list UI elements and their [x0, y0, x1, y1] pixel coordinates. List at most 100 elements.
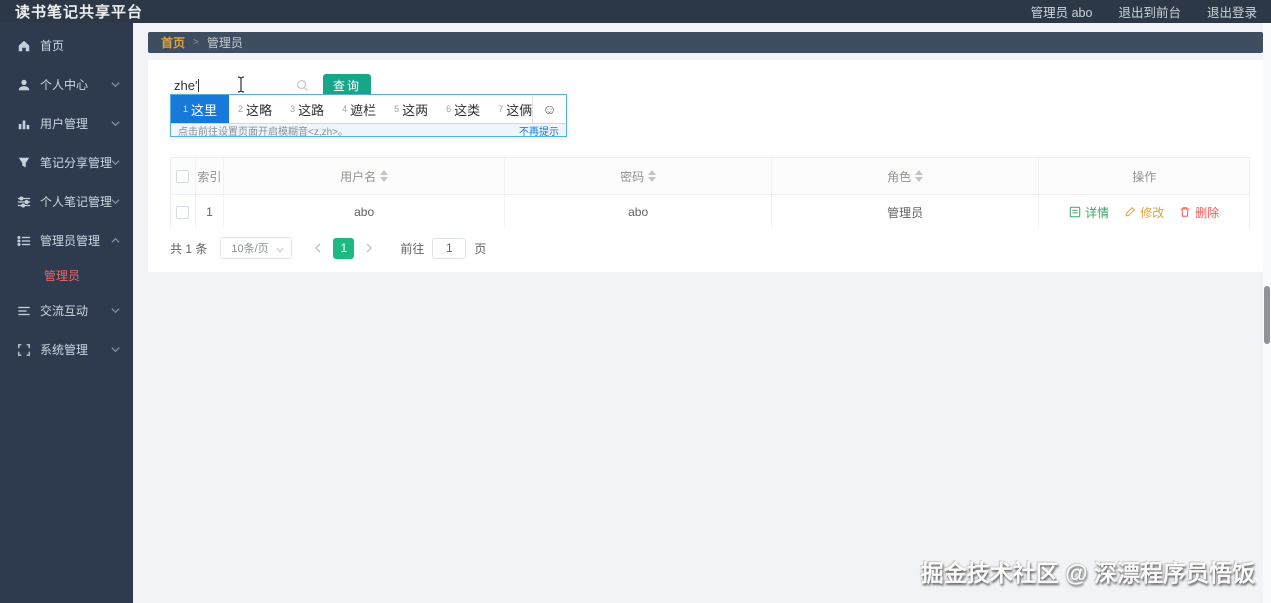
ime-candidate-7[interactable]: 7 这俩: [489, 95, 532, 123]
app-title: 读书笔记共享平台: [15, 4, 144, 21]
ime-candidate-strip: 1这里 2这略 3这路 4遮栏 5这两 6这类 7这俩 8折: [171, 95, 532, 123]
cell-username: abo: [224, 195, 506, 229]
chevron-down-icon: [111, 119, 120, 128]
ime-candidate-6[interactable]: 6 这类: [437, 95, 489, 123]
sidebar-item-home[interactable]: 首页: [0, 26, 133, 65]
sliders-icon: [17, 195, 31, 209]
chevron-down-icon: [276, 246, 284, 254]
home-icon: [17, 39, 31, 53]
table-row[interactable]: 1 abo abo 管理员 详情 修改 删除: [171, 194, 1249, 229]
cell-role: 管理员: [772, 195, 1040, 229]
pagination-total: 共 1 条: [170, 241, 208, 256]
goto-page-input[interactable]: [432, 237, 467, 259]
page-unit-label: 页: [474, 241, 487, 256]
top-header: 读书笔记共享平台 管理员 abo 退出到前台 退出登录: [0, 0, 1271, 23]
column-header-username[interactable]: 用户名: [224, 158, 506, 194]
sidebar-item-label: 交流互动: [40, 304, 89, 318]
sidebar-subitem-admin-active[interactable]: 管理员: [0, 260, 133, 291]
sidebar-item-admin-management[interactable]: 管理员管理: [0, 221, 133, 260]
trash-icon: [1179, 206, 1191, 218]
column-header-role[interactable]: 角色: [772, 158, 1040, 194]
chevron-up-icon: [111, 236, 120, 245]
ibeam-cursor-icon: [236, 76, 246, 93]
sort-control[interactable]: [915, 170, 924, 182]
ime-candidate-3[interactable]: 3 这路: [281, 95, 333, 123]
chevron-down-icon: [111, 197, 120, 206]
column-header-index: 索引: [196, 158, 224, 194]
sidebar-item-label: 首页: [40, 39, 65, 53]
breadcrumb-current: 管理员: [206, 36, 243, 50]
ime-composition-text: zhe': [174, 78, 200, 95]
emoji-picker-icon[interactable]: ☺: [532, 95, 566, 123]
ime-tip-text: 点击前往设置页面开启模糊音<z,zh>。: [178, 126, 349, 138]
sidebar-item-system-management[interactable]: 系统管理: [0, 330, 133, 369]
sidebar-item-label: 管理员管理: [40, 234, 101, 248]
chevron-down-icon: [111, 80, 120, 89]
sidebar-item-label: 个人笔记管理: [40, 195, 113, 209]
ime-candidate-row: 1这里 2这略 3这路 4遮栏 5这两 6这类 7这俩 8折 ☺: [171, 95, 566, 123]
sidebar-item-user-management[interactable]: 用户管理: [0, 104, 133, 143]
brackets-icon: [17, 343, 31, 357]
ime-tip-bar: 点击前往设置页面开启模糊音<z,zh>。 不再提示: [171, 123, 566, 138]
sidebar-item-interaction[interactable]: 交流互动: [0, 291, 133, 330]
app-window: 读书笔记共享平台 管理员 abo 退出到前台 退出登录 首页 个人中心 用户管理…: [0, 0, 1271, 603]
row-select-cell: [171, 195, 196, 229]
cell-actions: 详情 修改 删除: [1039, 195, 1249, 229]
column-header-actions: 操作: [1132, 169, 1157, 184]
content-card: zhe' 查询 1这里 2这略 3这路 4遮栏 5这两 6这类 7这俩 8折: [148, 60, 1263, 272]
sidebar-item-label: 系统管理: [40, 343, 89, 357]
ime-dismiss-link[interactable]: 不再提示: [519, 123, 559, 138]
ime-candidate-1[interactable]: 1 这里: [171, 95, 230, 123]
current-user-label: 管理员 abo: [1030, 6, 1093, 20]
goto-page-label: 前往: [400, 241, 425, 256]
watermark-text: 掘金技术社区 @ 深漂程序员悟饭: [920, 560, 1255, 586]
select-all-checkbox[interactable]: [176, 169, 190, 183]
table-header-row: 索引 用户名 密码 角色 操作: [171, 158, 1249, 194]
detail-button[interactable]: 详情: [1069, 204, 1109, 221]
search-icon: [296, 79, 309, 92]
admin-table: 索引 用户名 密码 角色 操作 1 abo abo 管理员 详情 修改 删除: [170, 157, 1250, 229]
breadcrumb-home-link[interactable]: 首页: [161, 34, 185, 51]
edit-button[interactable]: 修改: [1124, 204, 1164, 221]
ime-candidate-5[interactable]: 5 这两: [385, 95, 437, 123]
row-actions: 详情 修改 删除: [1069, 204, 1219, 221]
delete-button[interactable]: 删除: [1179, 204, 1219, 221]
menu-icon: [17, 234, 31, 248]
scrollbar-thumb[interactable]: [1264, 286, 1270, 344]
next-page-button[interactable]: [360, 239, 378, 257]
scrollbar-track[interactable]: [1263, 23, 1271, 603]
prev-page-button[interactable]: [309, 239, 327, 257]
text-caret: [198, 79, 200, 92]
detail-icon: [1069, 206, 1081, 218]
sort-control[interactable]: [380, 170, 389, 182]
header-right: 管理员 abo 退出到前台 退出登录: [1031, 0, 1257, 23]
sidebar-item-label: 笔记分享管理: [40, 156, 113, 170]
select-all-cell: [171, 158, 196, 194]
ime-panel: 1这里 2这略 3这路 4遮栏 5这两 6这类 7这俩 8折 ☺ 点击前往设置页…: [170, 94, 567, 138]
sidebar: 首页 个人中心 用户管理 笔记分享管理 个人笔记管理 管理员管理 管理员 交流互…: [0, 23, 133, 603]
sidebar-item-personal-center[interactable]: 个人中心: [0, 65, 133, 104]
bar-chart-icon: [17, 117, 31, 131]
edit-icon: [1124, 206, 1136, 218]
page-size-select[interactable]: 10条/页: [220, 237, 293, 259]
chevron-down-icon: [111, 306, 120, 315]
pagination: 共 1 条 10条/页 1 前往 页: [170, 236, 1240, 260]
sidebar-item-personal-note-management[interactable]: 个人笔记管理: [0, 182, 133, 221]
cell-password: abo: [505, 195, 772, 229]
chat-list-icon: [17, 304, 31, 318]
breadcrumb: 首页 > 管理员: [148, 32, 1263, 53]
column-header-password[interactable]: 密码: [505, 158, 772, 194]
sidebar-item-label: 用户管理: [40, 117, 89, 131]
chevron-down-icon: [111, 345, 120, 354]
current-page-button[interactable]: 1: [333, 237, 355, 259]
ime-candidate-4[interactable]: 4 遮栏: [333, 95, 385, 123]
sidebar-item-label: 个人中心: [40, 78, 89, 92]
logout-link[interactable]: 退出登录: [1207, 2, 1257, 21]
sidebar-item-note-share-management[interactable]: 笔记分享管理: [0, 143, 133, 182]
exit-to-front-link[interactable]: 退出到前台: [1118, 2, 1181, 21]
ime-candidate-2[interactable]: 2 这略: [229, 95, 281, 123]
row-checkbox[interactable]: [176, 205, 190, 219]
user-icon: [17, 78, 31, 92]
sort-control[interactable]: [648, 170, 657, 182]
cell-index: 1: [196, 195, 224, 229]
